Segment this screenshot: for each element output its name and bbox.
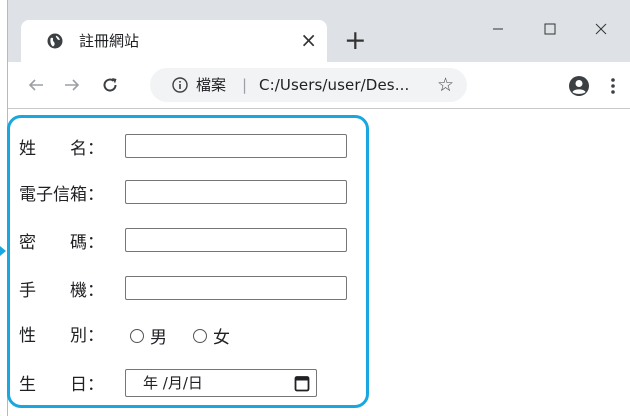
email-label: 電子信箱： — [19, 184, 104, 205]
gender-radio-female[interactable] — [193, 328, 207, 343]
gender-option-female: 女 — [213, 328, 230, 348]
minimize-button[interactable] — [473, 14, 523, 44]
gender-row: 性 別： — [19, 318, 124, 348]
browser-toolbar: 檔案 | C:/Users/user/Des... ☆ — [8, 62, 630, 108]
birthday-date-input[interactable]: 年 /月/日 — [125, 369, 317, 397]
back-button[interactable] — [22, 71, 50, 99]
name-label: 姓 名： — [19, 138, 104, 159]
maximize-button[interactable] — [525, 14, 575, 44]
menu-kebab-icon[interactable] — [611, 78, 615, 94]
gender-radio-male[interactable] — [130, 328, 144, 343]
bookmark-star-icon[interactable]: ☆ — [437, 74, 454, 96]
tab-title: 註冊網站 — [79, 32, 140, 50]
close-window-button[interactable] — [576, 14, 626, 44]
birthday-label: 生 日： — [19, 374, 104, 395]
password-label: 密 碼： — [19, 232, 104, 253]
gender-option-male: 男 — [150, 328, 167, 348]
callout-arrow-icon — [0, 246, 6, 256]
globe-icon — [47, 33, 63, 49]
gender-radio-group: 男 女 — [130, 323, 230, 348]
security-chip-label[interactable]: 檔案 — [196, 75, 226, 95]
email-input[interactable] — [125, 180, 347, 204]
arrow-left-icon — [28, 79, 43, 91]
address-bar[interactable]: 檔案 | C:/Users/user/Des... ☆ — [150, 68, 467, 102]
address-separator: | — [242, 76, 248, 94]
calendar-icon[interactable] — [294, 374, 310, 392]
gender-label: 性 別： — [19, 325, 104, 346]
new-tab-button[interactable]: + — [344, 27, 367, 54]
phone-row: 手 機： — [19, 273, 124, 303]
email-row: 電子信箱： — [19, 177, 124, 207]
reload-button[interactable] — [96, 71, 124, 99]
name-row: 姓 名： — [19, 131, 124, 161]
reload-icon — [103, 78, 117, 92]
phone-input[interactable] — [125, 276, 347, 300]
profile-icon[interactable] — [568, 75, 590, 97]
maximize-icon — [544, 23, 556, 35]
url-text[interactable]: C:/Users/user/Des... — [259, 75, 409, 95]
tab-strip: 註冊網站 × + — [8, 0, 630, 62]
phone-label: 手 機： — [19, 280, 104, 301]
name-input[interactable] — [125, 134, 347, 158]
birthday-placeholder: 年 /月/日 — [143, 374, 203, 392]
close-icon — [595, 23, 607, 35]
info-icon[interactable] — [172, 77, 188, 93]
birthday-row: 生 日： — [19, 367, 124, 397]
minimize-icon — [493, 28, 503, 30]
arrow-right-icon — [65, 79, 80, 91]
password-row: 密 碼： — [19, 225, 124, 255]
password-input[interactable] — [125, 228, 347, 252]
forward-button[interactable] — [58, 71, 86, 99]
tab-close-icon[interactable]: × — [300, 29, 317, 51]
tab-active[interactable]: 註冊網站 × — [21, 20, 327, 62]
